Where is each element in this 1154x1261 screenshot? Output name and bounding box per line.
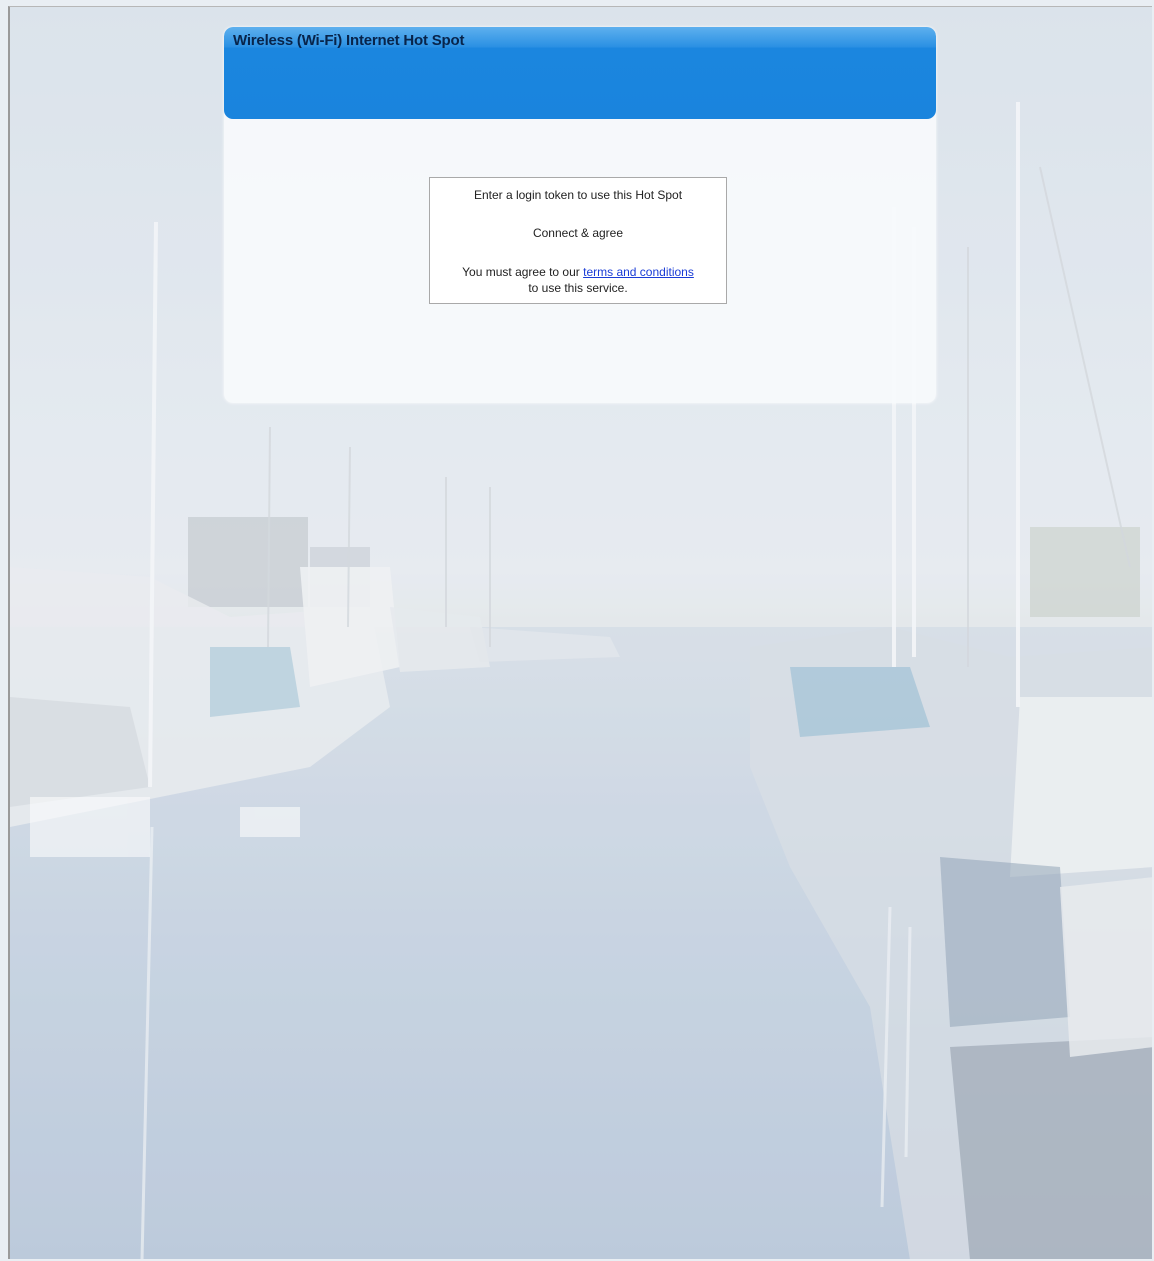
- terms-prefix: You must agree to our: [462, 265, 584, 279]
- portal-header: Wireless (Wi-Fi) Internet Hot Spot: [224, 27, 936, 119]
- hotspot-portal-card: Wireless (Wi-Fi) Internet Hot Spot Enter…: [224, 27, 936, 403]
- login-form: Enter a login token to use this Hot Spot…: [429, 177, 727, 304]
- terms-and-conditions-link[interactable]: terms and conditions: [583, 265, 694, 279]
- terms-suffix: to use this service.: [528, 281, 628, 295]
- page-title: Wireless (Wi-Fi) Internet Hot Spot: [233, 32, 465, 49]
- browser-viewport: Wireless (Wi-Fi) Internet Hot Spot Enter…: [8, 6, 1152, 1259]
- login-token-prompt: Enter a login token to use this Hot Spot: [473, 188, 683, 202]
- terms-notice: You must agree to our terms and conditio…: [430, 264, 726, 296]
- connect-agree-button[interactable]: Connect & agree: [430, 226, 726, 240]
